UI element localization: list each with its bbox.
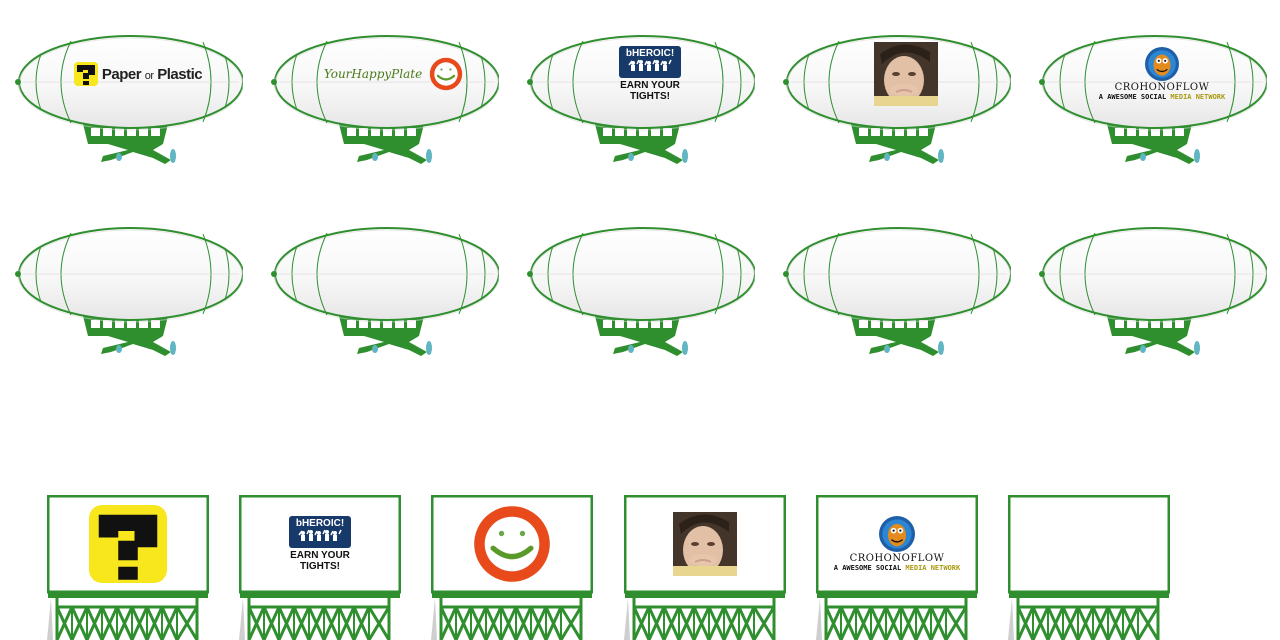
smiley-plate-icon	[470, 502, 554, 586]
bheroic-badge: bHEROIC!	[289, 516, 351, 548]
billboard-ad: bHEROIC! EARN YOUR TIGHTS!	[244, 500, 396, 588]
blimp-ad-bheroic: bHEROIC! EARN YOUR TIGHTS!	[580, 44, 720, 104]
blimp-empty[interactable]	[1037, 224, 1267, 364]
blimp-bheroic[interactable]: bHEROIC! EARN YOUR TIGHTS!	[525, 32, 755, 172]
question-logo-icon	[89, 505, 167, 583]
smiley-plate-icon	[428, 56, 464, 92]
bheroic-tagline: EARN YOUR TIGHTS!	[290, 550, 350, 572]
heroes-silhouette-icon	[298, 529, 342, 542]
crohnoflow-mascot-icon	[1144, 47, 1179, 81]
billboard-crohnoflow[interactable]: CROHONOFLOW A AWESOME SOCIAL MEDIA NETWO…	[816, 495, 978, 640]
billboard-paper-or-plastic[interactable]	[47, 495, 209, 640]
billboard-ad	[1013, 500, 1165, 588]
crohnoflow-wordmark: CROHONOFLOW	[849, 553, 945, 564]
blimp-ad-crohnoflow: CROHONOFLOW A AWESOME SOCIAL MEDIA NETWO…	[1082, 44, 1242, 104]
billboard-ad: CROHONOFLOW A AWESOME SOCIAL MEDIA NETWO…	[821, 500, 973, 588]
crohnoflow-mascot-icon	[878, 516, 915, 552]
blimp-graphic	[526, 227, 755, 357]
blimp-empty[interactable]	[13, 224, 243, 364]
paper-or-plastic-wordmark: Paper or Plastic	[101, 65, 203, 83]
billboard-bheroic[interactable]: bHEROIC! EARN YOUR TIGHTS!	[239, 495, 401, 640]
crohnoflow-tagline: A AWESOME SOCIAL MEDIA NETWORK	[1098, 93, 1226, 101]
billboard-empty[interactable]	[1008, 495, 1170, 640]
blimp-graphic	[1038, 227, 1267, 357]
your-happy-plate-wordmark: YourHappyPlate	[323, 67, 423, 81]
crohnoflow-wordmark: CROHONOFLOW	[1114, 82, 1210, 93]
billboard-ad	[52, 500, 204, 588]
bheroic-tagline: EARN YOUR TIGHTS!	[620, 80, 680, 102]
face-photo-icon	[673, 512, 737, 576]
billboard-photo[interactable]	[624, 495, 786, 640]
blimp-paper-or-plastic[interactable]: Paper or Plastic	[13, 32, 243, 172]
blimp-ad-your-happy-plate: YourHappyPlate	[324, 44, 464, 104]
billboard-your-happy-plate[interactable]	[431, 495, 593, 640]
heroes-silhouette-icon	[628, 59, 672, 72]
blimp-crohnoflow[interactable]: CROHONOFLOW A AWESOME SOCIAL MEDIA NETWO…	[1037, 32, 1267, 172]
blimp-your-happy-plate[interactable]: YourHappyPlate	[269, 32, 499, 172]
crohnoflow-tagline: A AWESOME SOCIAL MEDIA NETWORK	[833, 564, 961, 572]
bheroic-badge: bHEROIC!	[619, 46, 681, 78]
blimp-empty[interactable]	[269, 224, 499, 364]
face-photo-icon	[874, 42, 938, 106]
blimp-graphic	[14, 227, 243, 357]
billboard-ad	[629, 500, 781, 588]
blimp-graphic	[270, 227, 499, 357]
blimp-photo[interactable]	[781, 32, 1011, 172]
question-logo-icon	[73, 62, 98, 86]
blimp-empty[interactable]	[525, 224, 755, 364]
blimp-graphic	[782, 227, 1011, 357]
blimp-empty[interactable]	[781, 224, 1011, 364]
blimp-ad-paper-or-plastic: Paper or Plastic	[68, 44, 208, 104]
billboard-ad	[436, 500, 588, 588]
blimp-ad-photo	[836, 42, 976, 106]
